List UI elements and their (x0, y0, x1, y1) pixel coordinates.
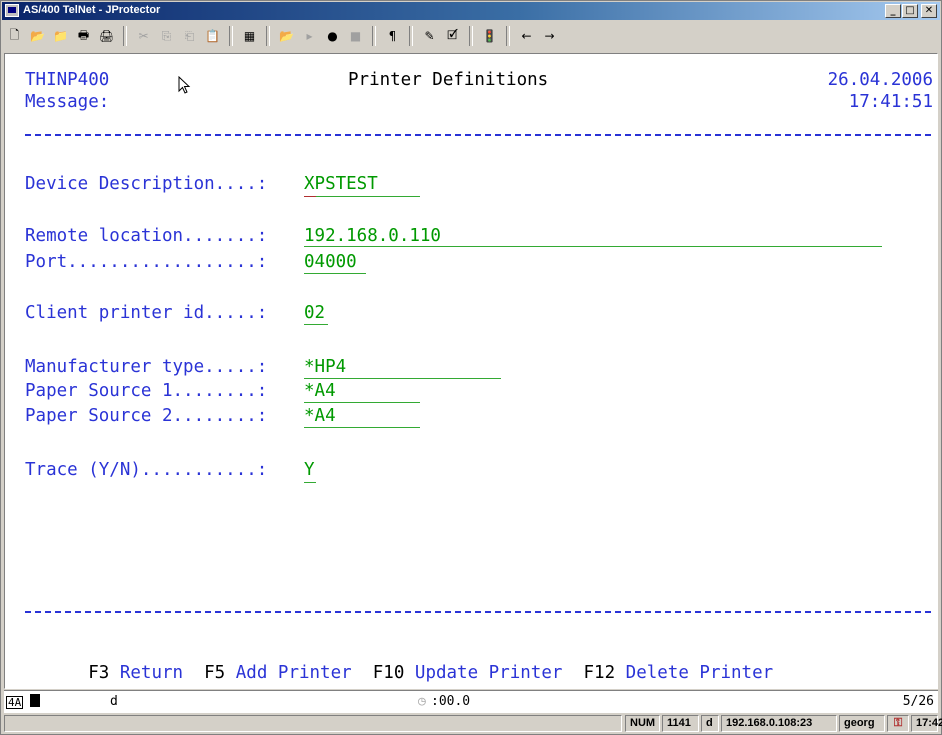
fkey-f3-label[interactable]: Return (120, 663, 183, 683)
print-icon[interactable]: 🖶 (73, 26, 94, 47)
toolbar-separator (506, 26, 510, 46)
paper-source-1-underline (304, 402, 420, 403)
toolbar: 🗋 📂 📁 🖶 🖨 ✂ ⎘ ⎗ 📋 ▦ 📂 ▸ ● ■ ¶ ✎ 🗹 🚦 ← → (4, 23, 938, 49)
play-icon[interactable]: ▸ (299, 26, 320, 47)
keypad-icon[interactable]: ▦ (239, 26, 260, 47)
terminal-screen[interactable]: THINP400 Printer Definitions 26.04.2006 … (4, 53, 938, 689)
device-description-underline (304, 196, 420, 197)
message-label: Message: (25, 92, 110, 112)
title-bar[interactable]: AS/400 TelNet - JProtector _ □ ✕ (2, 2, 940, 20)
screen-title: Printer Definitions (348, 70, 549, 90)
footer-separator (25, 611, 931, 615)
user-name: georg (839, 715, 885, 732)
edit-pencil-icon[interactable]: ✎ (419, 26, 440, 47)
edit-settings-icon[interactable]: 🗹 (442, 26, 463, 47)
client-printer-id-field[interactable]: 02 (304, 302, 325, 324)
toolbar-separator (266, 26, 270, 46)
toolbar-separator (372, 26, 376, 46)
paper-source-2-field[interactable]: *A4 (304, 405, 336, 427)
paper-source-1-field[interactable]: *A4 (304, 380, 336, 402)
trace-field[interactable]: Y (304, 459, 315, 481)
window-title: AS/400 TelNet - JProtector (23, 4, 161, 16)
paper-source-2-label: Paper Source 2........: (25, 406, 268, 426)
arrow-right-icon[interactable]: → (539, 26, 560, 47)
manufacturer-type-field[interactable]: *HP4 (304, 356, 346, 378)
new-document-icon[interactable]: 🗋 (4, 26, 25, 47)
app-icon[interactable] (5, 4, 19, 17)
trace-label: Trace (Y/N)...........: (25, 460, 268, 480)
fkey-f10[interactable]: F10 (373, 663, 405, 683)
open-macro-icon[interactable]: 📂 (276, 26, 297, 47)
session-mode: d (701, 715, 719, 732)
trace-underline (304, 482, 316, 483)
device-description-field[interactable]: XPSTEST (304, 173, 378, 195)
paragraph-icon[interactable]: ¶ (382, 26, 403, 47)
remote-location-label: Remote location.......: (25, 226, 268, 246)
header-separator (25, 134, 931, 138)
arrow-left-icon[interactable]: ← (516, 26, 537, 47)
fkey-f5-label[interactable]: Add Printer (236, 663, 352, 683)
program-name: THINP400 (25, 70, 110, 90)
port-underline (304, 273, 366, 274)
system-available-indicator: 4A (6, 696, 24, 709)
app-window: AS/400 TelNet - JProtector _ □ ✕ 🗋 📂 📁 🖶… (0, 0, 942, 735)
mouse-pointer-icon (178, 76, 191, 94)
client-printer-id-label: Client printer id.....: (25, 303, 268, 323)
window-controls: _ □ ✕ (884, 4, 937, 18)
paper-source-1-label: Paper Source 1........: (25, 381, 268, 401)
paste-icon[interactable]: 📋 (202, 26, 223, 47)
close-button[interactable]: ✕ (921, 4, 937, 18)
manufacturer-type-label: Manufacturer type.....: (25, 357, 268, 377)
toolbar-separator (409, 26, 413, 46)
screen-date: 26.04.2006 (827, 70, 933, 90)
cut-icon[interactable]: ✂ (133, 26, 154, 47)
port-label: Port..................: (25, 252, 268, 272)
maximize-button[interactable]: □ (902, 4, 918, 18)
status-time: 17:42 (911, 715, 942, 732)
minimize-button[interactable]: _ (885, 4, 901, 18)
host-address: 192.168.0.108:23 (721, 715, 837, 732)
print-screen-icon[interactable]: 🖨 (96, 26, 117, 47)
remote-location-field[interactable]: 192.168.0.110 (304, 225, 441, 247)
fkey-f12[interactable]: F12 (584, 663, 616, 683)
fkey-f10-label[interactable]: Update Printer (415, 663, 563, 683)
num-lock-indicator: NUM (625, 715, 660, 732)
oia-mode: d (110, 694, 118, 709)
toolbar-separator (229, 26, 233, 46)
paper-source-2-underline (304, 427, 420, 428)
copy-append-icon[interactable]: ⎗ (179, 26, 200, 47)
status-message (4, 715, 622, 732)
open-folder-icon[interactable]: 📂 (27, 26, 48, 47)
fkey-f12-label[interactable]: Delete Printer (626, 663, 774, 683)
client-printer-id-underline (304, 324, 328, 325)
copy-icon[interactable]: ⎘ (156, 26, 177, 47)
traffic-light-icon[interactable]: 🚦 (479, 26, 500, 47)
cursor-position: 5/26 (902, 694, 934, 709)
response-timer: :00.0 (431, 694, 471, 709)
manufacturer-type-underline (304, 378, 501, 379)
toolbar-separator (469, 26, 473, 46)
screen-time: 17:41:51 (848, 92, 933, 112)
operator-info-area: 4A d ◷ :00.0 5/26 (4, 690, 938, 713)
port-field[interactable]: 04000 (304, 251, 357, 273)
stop-icon[interactable]: ■ (345, 26, 366, 47)
text-cursor (304, 196, 316, 197)
function-key-bar: F3 Return F5 Add Printer F10 Update Prin… (25, 640, 774, 688)
clock-icon: ◷ (418, 694, 426, 709)
connection-icon[interactable]: ⚿ (887, 715, 909, 732)
toolbar-separator (123, 26, 127, 46)
status-bar: NUM 1141 d 192.168.0.108:23 georg ⚿ 17:4… (4, 714, 942, 734)
fkey-f3[interactable]: F3 (88, 663, 109, 683)
remote-location-underline (304, 246, 882, 247)
fkey-f5[interactable]: F5 (204, 663, 225, 683)
session-number: 1141 (662, 715, 699, 732)
open-session-icon[interactable]: 📁 (50, 26, 71, 47)
device-description-label: Device Description....: (25, 174, 268, 194)
keyboard-lock-indicator (30, 691, 40, 713)
record-icon[interactable]: ● (322, 26, 343, 47)
